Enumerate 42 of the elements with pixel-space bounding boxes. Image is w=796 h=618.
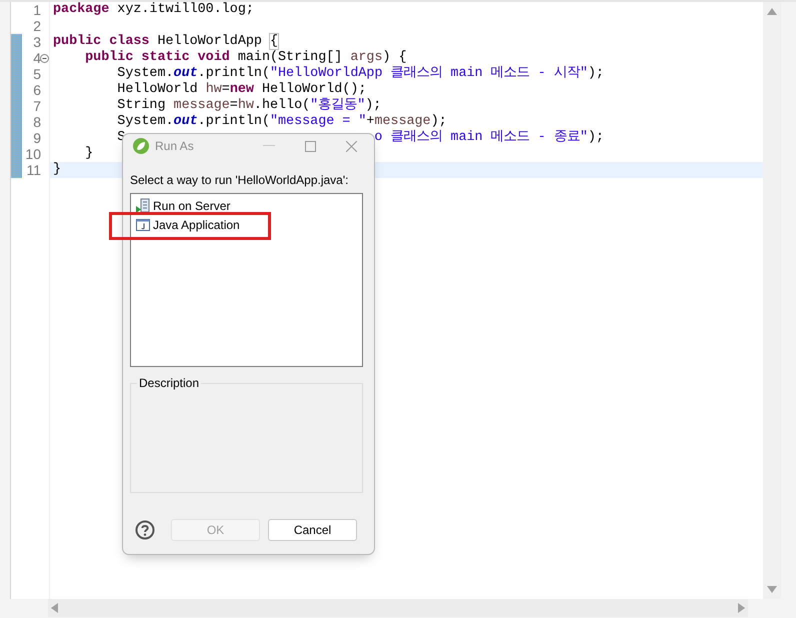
code-text: String message=hw.hello("홍길동");: [116, 98, 382, 114]
code-text: }: [84, 146, 94, 162]
prompt-label: Select a way to run 'HelloWorldApp.java':: [130, 173, 350, 187]
dialog-button[interactable]: Cancel: [268, 519, 357, 541]
line-number: 3: [33, 34, 41, 50]
code-text: System.out.println("message = "+message);: [116, 114, 447, 130]
scroll-up-icon[interactable]: [767, 8, 777, 15]
run-option-list[interactable]: Run on Server Java Application: [130, 193, 363, 367]
code-text: }: [53, 162, 62, 178]
close-icon[interactable]: [346, 140, 357, 152]
code-text: public class HelloWorldApp {: [53, 34, 278, 50]
line-number: 2: [33, 18, 41, 34]
line-number: 10: [25, 146, 41, 162]
line-number: 9: [33, 130, 41, 146]
list-item[interactable]: Java Application: [135, 215, 240, 234]
code-text: HelloWorld hw=new HelloWorld();: [116, 82, 366, 98]
window-icon: [135, 216, 151, 232]
line-number: 5: [33, 66, 41, 82]
scroll-down-icon[interactable]: [767, 586, 777, 593]
maximize-icon[interactable]: [305, 140, 316, 152]
collapse-icon[interactable]: [40, 54, 49, 63]
line-number: 1: [33, 2, 41, 18]
code-text: public static void main(String[] args) {: [84, 50, 407, 66]
scroll-right-icon[interactable]: [738, 603, 745, 613]
help-icon[interactable]: [135, 520, 155, 540]
line-number: 7: [33, 98, 41, 114]
scroll-left-icon[interactable]: [51, 603, 58, 613]
code-text: System.out.println("HelloWorldApp 클래스의 main 메소드 - 시작");: [116, 66, 604, 82]
code-text: o 클래스의 main 메소드 - 종료");: [374, 130, 604, 146]
server-icon: [135, 198, 151, 214]
line-number: 4: [33, 50, 41, 66]
line-number: 11: [26, 162, 41, 178]
vertical-scrollbar[interactable]: [763, 2, 781, 599]
line-number: 6: [33, 82, 41, 98]
group-label: Description: [137, 376, 202, 390]
line-number: 8: [33, 114, 41, 130]
minimize-icon[interactable]: [263, 145, 275, 147]
window-title: Run As: [155, 139, 195, 153]
list-item[interactable]: Run on Server: [135, 196, 230, 215]
code-text: package xyz.itwill00.log;: [53, 2, 254, 18]
horizontal-scrollbar[interactable]: [48, 599, 748, 617]
leaf-icon: [133, 138, 149, 154]
